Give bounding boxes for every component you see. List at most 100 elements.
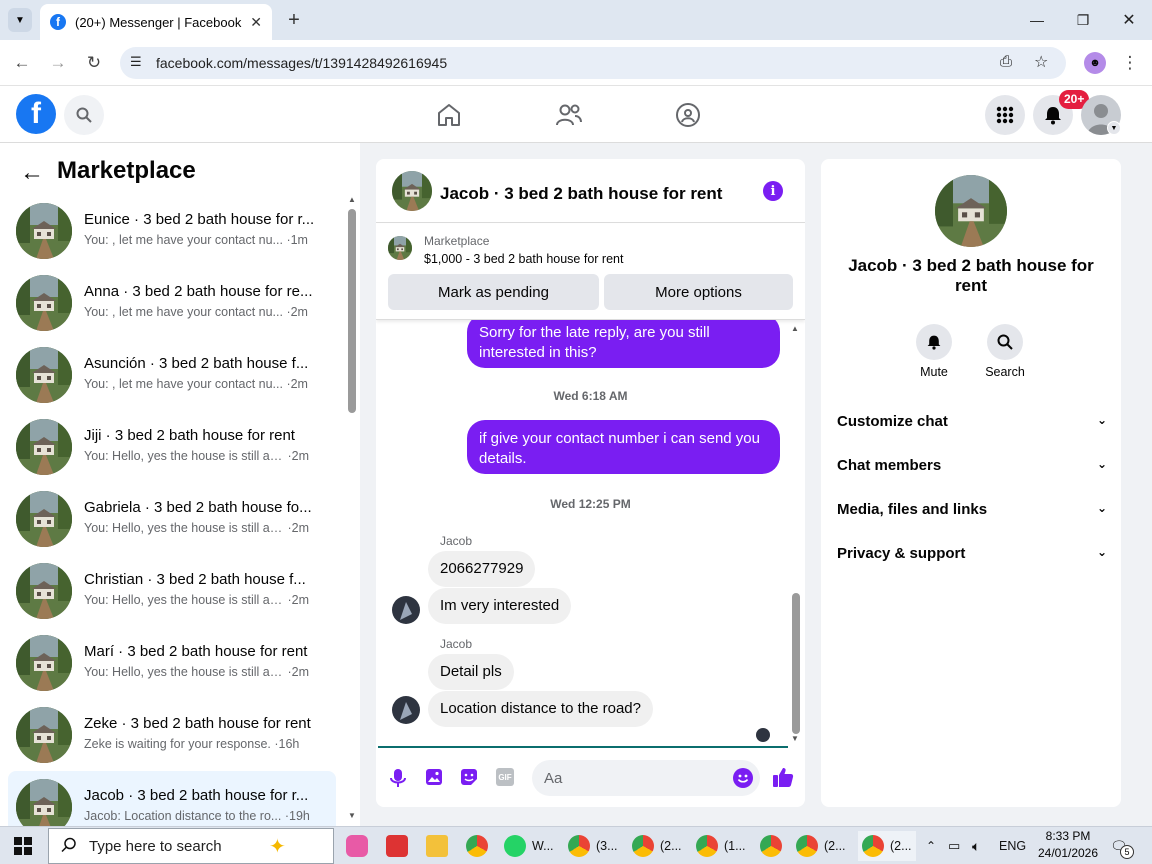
close-tab-icon[interactable]: ✕	[250, 14, 262, 31]
message-input[interactable]: Aa	[532, 760, 760, 796]
incoming-message[interactable]: 2066277929	[428, 551, 536, 587]
tab-title: (20+) Messenger | Facebook	[75, 14, 242, 30]
chrome-taskbar-item[interactable]: (2...	[796, 831, 846, 861]
back-arrow-icon[interactable]: ←	[20, 159, 44, 187]
chat-details-panel: Jacob · 3 bed 2 bath house for rent Mute…	[821, 159, 1121, 807]
minimize-button[interactable]: —	[1025, 8, 1049, 32]
mute-label: Mute	[920, 365, 948, 379]
search-icon[interactable]	[64, 95, 104, 135]
conversation-name: Christian · 3 bed 2 bath house f...	[84, 571, 306, 588]
thread-scrollbar[interactable]: ▲ ▼	[790, 324, 800, 743]
listing-title[interactable]: $1,000 - 3 bed 2 bath house for rent	[424, 252, 623, 266]
close-window-button[interactable]: ✕	[1117, 8, 1141, 32]
friends-icon[interactable]	[555, 102, 583, 133]
conversation-item[interactable]: Christian · 3 bed 2 bath house f... You: …	[8, 555, 336, 627]
incoming-message[interactable]: Im very interested	[428, 588, 572, 624]
conversation-item[interactable]: Eunice · 3 bed 2 bath house for r... You:…	[8, 195, 336, 267]
bookmark-star-icon[interactable]: ☆	[1034, 52, 1048, 72]
chrome-icon[interactable]	[760, 831, 782, 861]
copilot-icon[interactable]	[346, 831, 368, 861]
tab-search-button[interactable]: ▼	[8, 8, 32, 32]
sticker-icon[interactable]	[460, 768, 478, 791]
groups-icon[interactable]	[675, 102, 701, 133]
forward-icon[interactable]: →	[45, 50, 71, 76]
sender-avatar[interactable]	[392, 596, 420, 624]
conversation-name: Eunice · 3 bed 2 bath house for r...	[84, 211, 315, 228]
chat-title[interactable]: Jacob · 3 bed 2 bath house for rent	[440, 184, 722, 204]
conversation-preview: You: Hello, yes the house is still av...	[84, 593, 284, 607]
menu-grid-icon[interactable]	[985, 95, 1025, 135]
emoji-icon[interactable]	[733, 768, 753, 788]
chrome-taskbar-item-active[interactable]: (2...	[858, 831, 916, 861]
outgoing-message[interactable]: if give your contact number i can send y…	[467, 420, 780, 474]
conversation-item[interactable]: Gabriela · 3 bed 2 bath house fo... You: …	[8, 483, 336, 555]
conversation-preview-line: Jacob: Location distance to the ro... · 1…	[84, 809, 310, 823]
install-app-icon[interactable]: ⎙	[1000, 53, 1012, 70]
conversation-item[interactable]: Zeke · 3 bed 2 bath house for rent Zeke i…	[8, 699, 336, 771]
sidebar-scrollbar[interactable]: ▲ ▼	[348, 195, 356, 820]
conversation-time: 16h	[278, 737, 300, 751]
incoming-message[interactable]: Detail pls	[428, 654, 514, 690]
microphone-icon[interactable]	[390, 768, 406, 793]
media-files-links-section[interactable]: Media, files and links ⌄	[837, 501, 1107, 518]
address-bar[interactable]: ☰ facebook.com/messages/t/13914284926169…	[120, 47, 1066, 79]
conversation-time: 19h	[289, 809, 310, 823]
listing-thumbnail[interactable]	[388, 236, 412, 260]
reload-icon[interactable]: ↻	[81, 50, 107, 76]
timestamp: Wed 6:18 AM	[553, 389, 628, 403]
conversation-name: Jiji · 3 bed 2 bath house for rent	[84, 427, 295, 444]
conversation-item[interactable]: Asunción · 3 bed 2 bath house f... You: ,…	[8, 339, 336, 411]
more-options-button[interactable]: More options	[604, 274, 793, 310]
chrome-icon[interactable]	[466, 831, 488, 861]
conversation-preview-line: Zeke is waiting for your response. · 16h	[84, 737, 299, 751]
conversation-item[interactable]: Jiji · 3 bed 2 bath house for rent You: H…	[8, 411, 336, 483]
chrome-taskbar-item[interactable]: (1...	[696, 831, 746, 861]
conversation-preview-line: You: Hello, yes the house is still av...…	[84, 449, 309, 463]
profile-avatar-icon[interactable]: ☻	[1084, 52, 1106, 74]
incoming-message[interactable]: Location distance to the road?	[428, 691, 653, 727]
gif-icon[interactable]: GIF	[496, 768, 514, 786]
browser-menu-icon[interactable]: ⋮	[1117, 50, 1143, 76]
site-info-icon[interactable]: ☰	[130, 54, 142, 70]
chat-avatar[interactable]	[392, 171, 432, 211]
chat-header: Jacob · 3 bed 2 bath house for rent i	[376, 159, 805, 223]
account-chevron-icon[interactable]: ▼	[1107, 121, 1121, 135]
chat-members-section[interactable]: Chat members ⌄	[837, 457, 1107, 474]
show-hidden-icons[interactable]: ⌃	[926, 831, 936, 861]
conversation-item[interactable]: Marí · 3 bed 2 bath house for rent You: H…	[8, 627, 336, 699]
conversation-time: 2m	[291, 593, 310, 607]
customize-chat-section[interactable]: Customize chat ⌄	[837, 413, 1107, 430]
language-indicator[interactable]: ENG	[999, 831, 1026, 861]
app-icon[interactable]	[386, 831, 408, 861]
back-icon[interactable]: ←	[9, 50, 35, 76]
chrome-taskbar-item[interactable]: (2...	[632, 831, 682, 861]
details-avatar[interactable]	[935, 175, 1007, 247]
whatsapp-taskbar-item[interactable]: W...	[504, 831, 554, 861]
info-icon[interactable]: i	[763, 181, 783, 201]
privacy-support-section[interactable]: Privacy & support ⌄	[837, 545, 1107, 562]
photo-icon[interactable]	[425, 768, 443, 791]
conversation-preview-line: You: Hello, yes the house is still av...…	[84, 593, 309, 607]
facebook-logo-icon[interactable]: f	[16, 94, 56, 134]
details-title[interactable]: Jacob · 3 bed 2 bath house for rent	[841, 256, 1101, 296]
sender-avatar[interactable]	[392, 696, 420, 724]
chrome-taskbar-item[interactable]: (3...	[568, 831, 618, 861]
mark-as-pending-button[interactable]: Mark as pending	[388, 274, 599, 310]
home-icon[interactable]	[436, 102, 462, 133]
volume-icon[interactable]: 🔈︎	[972, 831, 980, 861]
new-tab-button[interactable]: +	[282, 8, 306, 32]
outgoing-message[interactable]: Sorry for the late reply, are you still …	[467, 320, 780, 368]
browser-tab[interactable]: f (20+) Messenger | Facebook ✕	[40, 4, 272, 40]
search-conversation-icon[interactable]	[987, 324, 1023, 360]
file-explorer-icon[interactable]	[426, 831, 448, 861]
conversation-item[interactable]: Anna · 3 bed 2 bath house for re... You: …	[8, 267, 336, 339]
like-thumbs-up-icon[interactable]	[772, 766, 794, 793]
maximize-button[interactable]: ❐	[1071, 8, 1095, 32]
mute-bell-icon[interactable]	[916, 324, 952, 360]
windows-start-icon[interactable]	[14, 831, 32, 861]
taskbar-search-box[interactable]: Type here to search ✦	[48, 828, 334, 864]
message-thread: Sorry for the late reply, are you still …	[376, 320, 805, 746]
network-icon[interactable]: ▭	[948, 831, 960, 861]
conversation-time: 2m	[290, 377, 308, 391]
clock[interactable]: 8:33 PM 24/01/2026	[1032, 828, 1104, 862]
